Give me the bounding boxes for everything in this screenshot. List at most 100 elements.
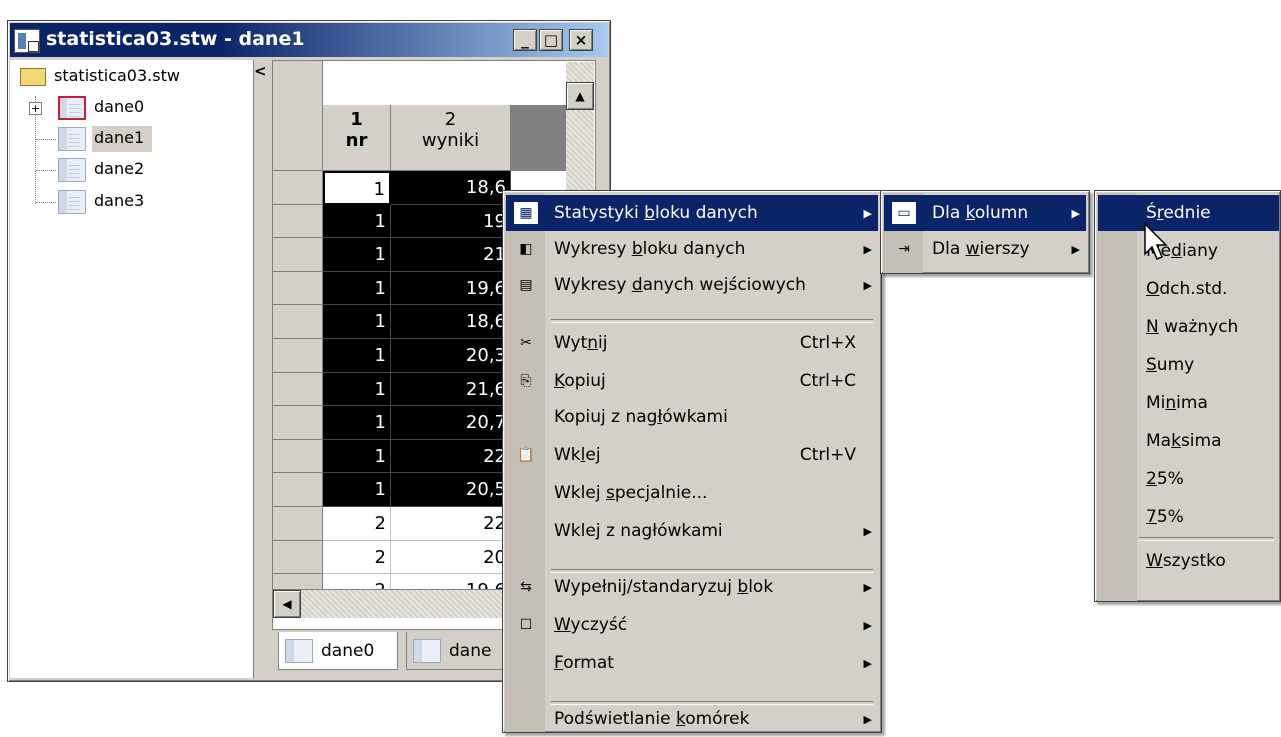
cell-wyniki[interactable]: 22 [391, 439, 511, 474]
row-header[interactable] [273, 238, 323, 272]
row-header[interactable] [273, 305, 323, 339]
context-menu-item[interactable]: Kopiuj z nagłówkami [506, 399, 878, 435]
tree-connector [36, 170, 56, 171]
menu-item-label: 75% [1146, 507, 1184, 527]
menu-item-label: Wyczyść [554, 615, 628, 635]
column-number: 1 [350, 109, 363, 130]
cell-nr[interactable]: 2 [323, 507, 391, 541]
cell-nr[interactable]: 1 [323, 439, 391, 474]
cell-nr[interactable]: 1 [323, 305, 391, 339]
context-menu-item[interactable]: ✂ Wytnij Ctrl+X [506, 325, 878, 361]
submenu-item[interactable]: Maksima [1098, 423, 1279, 459]
close-button[interactable]: × [569, 29, 593, 51]
tab-label: dane0 [321, 640, 375, 661]
row-header[interactable] [273, 339, 323, 373]
cell-nr[interactable]: 1 [323, 406, 391, 440]
cell-nr[interactable]: 1 [323, 271, 391, 306]
expand-toggle[interactable]: + [29, 102, 42, 115]
cell-wyniki[interactable]: 20,7 [391, 406, 511, 440]
submenu-item[interactable]: ⇥ Dla wierszy ▶ [884, 231, 1086, 267]
sheet-icon [285, 638, 313, 663]
cell-wyniki[interactable]: 21,6 [391, 372, 511, 407]
context-menu-item[interactable]: Wklej specjalnie... [506, 475, 878, 511]
submenu-item[interactable]: Odch.std. [1098, 271, 1279, 307]
cell-wyniki[interactable]: 19,6 [391, 271, 511, 306]
empty-header-area [511, 105, 567, 171]
column-name: wyniki [421, 130, 480, 151]
tree-item-dane3[interactable]: dane3 [94, 191, 144, 210]
submenu-item[interactable]: Wszystko [1098, 543, 1279, 579]
cell-wyniki[interactable]: 21 [391, 238, 511, 272]
context-menu-item[interactable]: ▦ Statystyki bloku danych ▶ [506, 195, 878, 231]
row-header[interactable] [273, 507, 323, 541]
submenu-item[interactable]: 75% [1098, 499, 1279, 535]
submenu-item[interactable]: Średnie [1098, 195, 1279, 231]
context-menu-item[interactable]: ▤ Wykresy danych wejściowych ▶ [506, 267, 878, 303]
submenu-item[interactable]: ▭ Dla kolumn ▶ [884, 195, 1086, 231]
submenu-statystyki: ▭ Dla kolumn ▶ ⇥ Dla wierszy ▶ [880, 190, 1090, 274]
scroll-up-icon[interactable]: ▲ [566, 82, 594, 110]
context-menu-item[interactable]: Wklej z nagłówkami ▶ [506, 513, 878, 549]
submenu-arrow-icon: ▶ [863, 580, 872, 594]
cell-wyniki[interactable]: 20,5 [391, 473, 511, 507]
tree-item-dane2[interactable]: dane2 [94, 159, 144, 178]
columns-icon: ▭ [892, 202, 916, 224]
context-menu-item[interactable]: Format ▶ [506, 645, 878, 681]
context-menu-item[interactable]: ⇆ Wypełnij/standaryzuj blok ▶ [506, 569, 878, 605]
sheet-tab-dane0[interactable]: dane0 [278, 632, 398, 670]
submenu-arrow-icon: ▶ [863, 524, 872, 538]
cell-wyniki[interactable]: 20 [391, 540, 511, 575]
cell-nr[interactable]: 1 [323, 238, 391, 272]
context-menu-item[interactable]: Podświetlanie komórek ▶ [506, 701, 878, 737]
submenu-item[interactable]: Minima [1098, 385, 1279, 421]
column-header-wyniki[interactable]: 2 wyniki [391, 105, 511, 171]
minimize-button[interactable]: _ [513, 29, 537, 51]
row-header[interactable] [273, 540, 323, 575]
submenu-arrow-icon: ▶ [1071, 242, 1080, 256]
cell-nr[interactable]: 1 [323, 372, 391, 407]
tree-item-dane0[interactable]: dane0 [94, 97, 144, 116]
cell-nr[interactable]: 1 [323, 171, 391, 205]
sheet-icon [413, 638, 441, 663]
row-header[interactable] [273, 473, 323, 507]
row-header[interactable] [273, 204, 323, 239]
row-header[interactable] [273, 406, 323, 440]
menu-separator [551, 319, 873, 323]
row-header[interactable] [273, 171, 323, 205]
row-header[interactable] [273, 271, 323, 306]
cell-nr[interactable]: 1 [323, 339, 391, 373]
cell-nr[interactable]: 2 [323, 540, 391, 575]
submenu-item[interactable]: Sumy [1098, 347, 1279, 383]
maximize-button[interactable]: □ [539, 29, 563, 51]
context-menu-item[interactable]: ⎘ Kopiuj Ctrl+C [506, 363, 878, 399]
tree-item-dane1[interactable]: dane1 [94, 128, 144, 147]
row-header[interactable] [273, 439, 323, 474]
cell-wyniki[interactable]: 18,6 [391, 171, 511, 205]
cell-nr[interactable]: 1 [323, 204, 391, 239]
corner-header[interactable] [273, 61, 323, 171]
cell-wyniki[interactable]: 18,6 [391, 305, 511, 339]
cell-wyniki[interactable]: 20,3 [391, 339, 511, 373]
cell-wyniki[interactable]: 22 [391, 507, 511, 541]
cell-nr[interactable]: 1 [323, 473, 391, 507]
submenu-item[interactable]: 25% [1098, 461, 1279, 497]
submenu-arrow-icon: ▶ [863, 242, 872, 256]
workbook-app-icon[interactable] [14, 29, 40, 53]
sheet-icon [58, 127, 86, 151]
context-menu-item[interactable]: ☐ Wyczyść ▶ [506, 607, 878, 643]
column-header-nr[interactable]: 1 nr [323, 105, 391, 171]
cell-wyniki[interactable]: 19 [391, 204, 511, 239]
submenu-item[interactable]: Mediany [1098, 233, 1279, 269]
scroll-left-icon[interactable]: ◀ [273, 590, 301, 618]
context-menu-item[interactable]: 📋 Wklej Ctrl+V [506, 437, 878, 473]
block-stats-icon: ▦ [514, 202, 538, 224]
column-number: 2 [444, 109, 457, 130]
submenu-item[interactable]: N ważnych [1098, 309, 1279, 345]
submenu-arrow-icon: ▶ [863, 618, 872, 632]
menu-item-label: Sumy [1146, 355, 1195, 375]
tree-root-label[interactable]: statistica03.stw [54, 66, 180, 85]
context-menu-item[interactable]: ◧ Wykresy bloku danych ▶ [506, 231, 878, 267]
row-header[interactable] [273, 372, 323, 407]
collapse-tree-button[interactable]: < [254, 62, 270, 82]
sheet-tab-dane1[interactable]: dane [406, 632, 506, 670]
